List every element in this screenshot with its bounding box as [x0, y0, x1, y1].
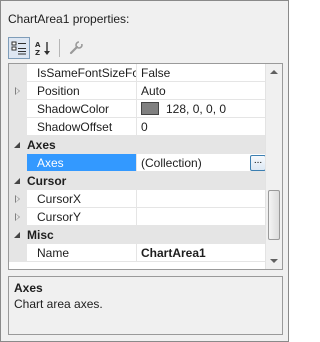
property-name[interactable]: ShadowOffset [27, 118, 137, 136]
scroll-thumb[interactable] [268, 189, 280, 240]
property-value[interactable]: False [137, 64, 267, 82]
collection-editor-button[interactable]: ... [250, 155, 266, 171]
panel-title: ChartArea1 properties: [8, 12, 130, 26]
row-gutter [9, 100, 27, 118]
categorized-button[interactable] [8, 37, 30, 59]
row-gutter [9, 82, 27, 100]
category-cursor[interactable]: Cursor [9, 172, 267, 190]
property-row-shadowcolor[interactable]: ShadowColor 128, 0, 0, 0 [9, 100, 267, 118]
property-value-text: (Collection) [141, 155, 202, 170]
property-name[interactable]: IsSameFontSizeFor... [27, 64, 137, 82]
alphabetical-icon: A Z [35, 41, 50, 56]
toolbar-separator [59, 39, 60, 57]
property-row-cursory[interactable]: CursorY [9, 208, 267, 226]
collapse-icon[interactable] [14, 232, 20, 238]
category-label: Axes [27, 138, 56, 152]
property-value[interactable]: 0 [137, 118, 267, 136]
property-value-text: 0 [141, 119, 148, 134]
property-value-text: False [141, 65, 171, 80]
collapse-icon[interactable] [14, 178, 20, 184]
property-value[interactable]: 128, 0, 0, 0 [137, 100, 267, 118]
property-value[interactable] [137, 208, 267, 226]
property-name[interactable]: ShadowColor [27, 100, 137, 118]
property-value-text: ChartArea1 [141, 245, 206, 260]
svg-text:Z: Z [35, 49, 40, 56]
property-value-text: Auto [141, 83, 166, 98]
property-name[interactable]: Position [27, 82, 137, 100]
category-label: Misc [27, 228, 54, 242]
svg-text:A: A [35, 41, 41, 49]
property-value-text: 128, 0, 0, 0 [166, 101, 227, 116]
description-pane: Axes Chart area axes. [8, 276, 283, 335]
scroll-down-button[interactable] [266, 252, 282, 269]
row-gutter [9, 208, 27, 226]
property-row-name[interactable]: Name ChartArea1 [9, 244, 267, 262]
color-swatch [141, 102, 159, 115]
expand-icon[interactable] [15, 195, 20, 203]
row-gutter [9, 244, 27, 262]
property-row-cursorx[interactable]: CursorX [9, 190, 267, 208]
category-misc[interactable]: Misc [9, 226, 267, 244]
grid-scrollbar[interactable] [265, 64, 282, 269]
category-label: Cursor [27, 174, 67, 188]
category-gutter [9, 226, 27, 244]
expand-icon[interactable] [15, 213, 20, 221]
property-row-position[interactable]: Position Auto [9, 82, 267, 100]
property-name[interactable]: Axes [27, 154, 137, 172]
description-title: Axes [14, 281, 43, 295]
property-name[interactable]: CursorX [27, 190, 137, 208]
property-value[interactable] [137, 190, 267, 208]
category-axes[interactable]: Axes [9, 136, 267, 154]
category-gutter [9, 172, 27, 190]
property-value[interactable]: ChartArea1 [137, 244, 267, 262]
row-gutter [9, 190, 27, 208]
property-name[interactable]: Name [27, 244, 137, 262]
collapse-icon[interactable] [14, 142, 20, 148]
properties-window: ChartArea1 properties: A Z IsSameFontSiz… [0, 0, 289, 342]
category-gutter [9, 136, 27, 154]
property-grid: IsSameFontSizeFor... False Position Auto Sha… [8, 63, 283, 270]
scroll-up-button[interactable] [266, 64, 282, 81]
property-pages-button[interactable] [65, 37, 87, 59]
expand-icon[interactable] [15, 87, 20, 95]
property-row-issamefontsizefor[interactable]: IsSameFontSizeFor... False [9, 64, 267, 82]
description-text: Chart area axes. [14, 297, 103, 311]
property-row-shadowoffset[interactable]: ShadowOffset 0 [9, 118, 267, 136]
row-gutter [9, 64, 27, 82]
properties-toolbar: A Z [8, 37, 282, 59]
property-name[interactable]: CursorY [27, 208, 137, 226]
categorized-icon [11, 41, 26, 55]
property-value[interactable]: (Collection)... [137, 154, 267, 172]
row-gutter [9, 154, 27, 172]
row-gutter [9, 118, 27, 136]
property-value[interactable]: Auto [137, 82, 267, 100]
wrench-icon [69, 41, 83, 55]
property-row-axes[interactable]: Axes (Collection)... [9, 154, 267, 172]
alphabetical-button[interactable]: A Z [32, 37, 54, 59]
property-rows: IsSameFontSizeFor... False Position Auto Sha… [9, 64, 267, 262]
